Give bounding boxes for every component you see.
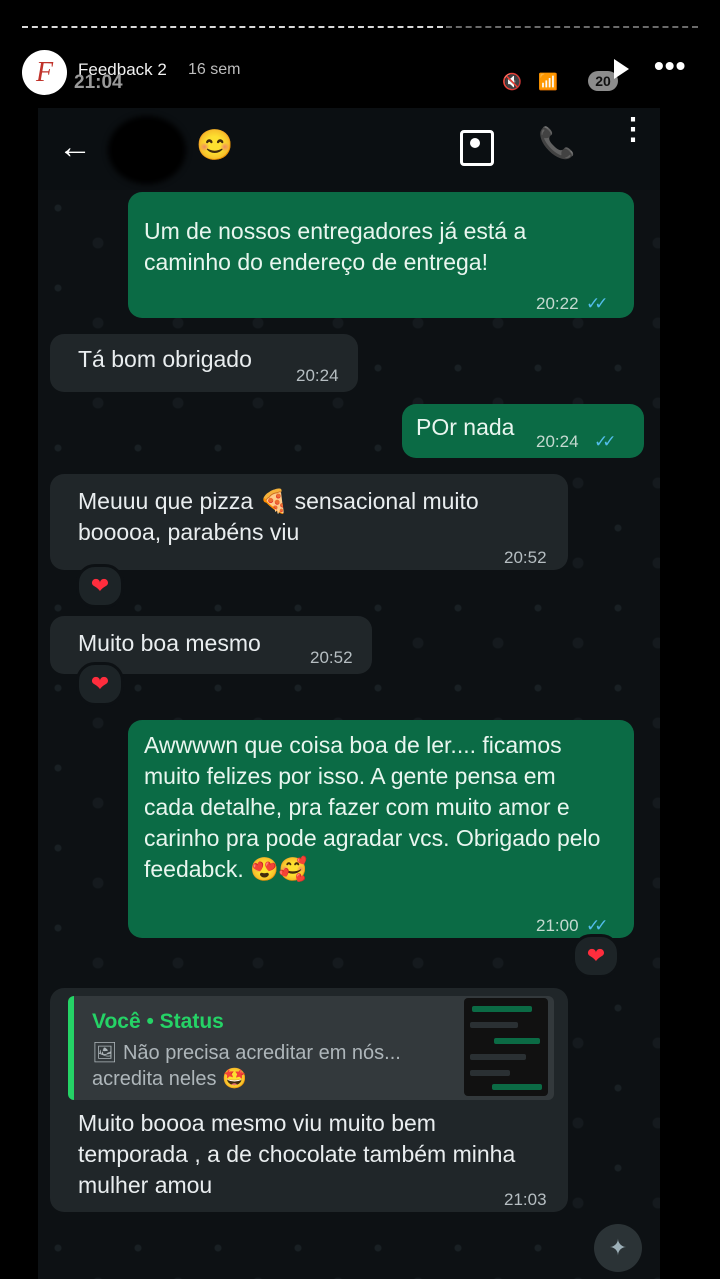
message-text: Tá bom obrigado	[78, 346, 252, 372]
story-progress-bar	[22, 26, 698, 30]
message-outgoing[interactable]: Awwwwn que coisa boa de ler.... ficamos …	[128, 720, 634, 938]
message-time: 20:52	[504, 548, 547, 567]
message-outgoing[interactable]: POr nada 20:24 ✓✓	[402, 404, 644, 458]
chat-header: ← 😊 📞 ⋮	[38, 108, 660, 190]
heart-reaction-icon[interactable]: ❤	[572, 934, 620, 978]
story-progress-segment	[445, 26, 698, 30]
quoted-author: Você • Status	[92, 1010, 224, 1033]
add-call-icon[interactable]: 📞	[538, 126, 575, 161]
play-icon[interactable]	[614, 59, 629, 79]
menu-icon[interactable]: ⋮	[618, 115, 648, 145]
message-text: Muito boooa mesmo viu muito bem temporad…	[78, 1110, 516, 1198]
message-time: 21:00	[536, 916, 579, 935]
read-receipt-icon: ✓✓	[586, 294, 608, 313]
chat-screenshot: ← 😊 📞 ⋮ Um de nossos entregadores já est…	[38, 108, 660, 1279]
story-header: F Feedback 2 16 sem 21:04 🔇 📶 20 •••	[22, 50, 698, 96]
contact-card-icon[interactable]	[460, 130, 494, 166]
message-time: 20:24	[296, 366, 339, 385]
back-arrow-icon[interactable]: ←	[58, 128, 92, 167]
message-incoming[interactable]: Meuuu que pizza 🍕 sensacional muito booo…	[50, 474, 568, 570]
message-incoming-reply[interactable]: Você • Status 🖼 Não precisa acreditar em…	[50, 988, 568, 1212]
message-time: 20:22	[536, 294, 579, 313]
message-time: 20:24	[536, 432, 579, 451]
story-age: 16 sem	[188, 61, 241, 78]
message-time: 20:52	[310, 648, 353, 667]
contact-name-emoji: 😊	[196, 129, 234, 162]
message-text: Awwwwn que coisa boa de ler.... ficamos …	[144, 732, 601, 882]
status-bar-icons: 🔇 📶	[502, 74, 565, 91]
story-progress-segment	[22, 26, 443, 30]
message-text: POr nada	[416, 414, 515, 440]
heart-reaction-icon[interactable]: ❤	[76, 662, 124, 706]
story-avatar[interactable]: F	[22, 50, 67, 95]
message-time: 21:03	[504, 1190, 547, 1209]
message-text: Muito boa mesmo	[78, 630, 261, 656]
quoted-text: acredita neles 🤩	[92, 1068, 247, 1090]
message-text: Um de nossos entregadores já está a cami…	[144, 218, 527, 275]
heart-reaction-icon[interactable]: ❤	[76, 564, 124, 608]
more-options-icon[interactable]: •••	[654, 50, 686, 82]
sparkle-icon[interactable]: ✦	[594, 1224, 642, 1272]
read-receipt-icon: ✓✓	[594, 432, 616, 451]
message-outgoing[interactable]: Um de nossos entregadores já está a cami…	[128, 192, 634, 318]
status-bar-time: 21:04	[74, 72, 123, 93]
message-incoming[interactable]: Tá bom obrigado 20:24	[50, 334, 358, 392]
contact-avatar-redacted[interactable]	[108, 116, 186, 184]
quoted-status[interactable]: Você • Status 🖼 Não precisa acreditar em…	[68, 996, 554, 1100]
status-thumbnail	[464, 998, 548, 1096]
message-text: Meuuu que pizza 🍕 sensacional muito booo…	[78, 488, 479, 545]
